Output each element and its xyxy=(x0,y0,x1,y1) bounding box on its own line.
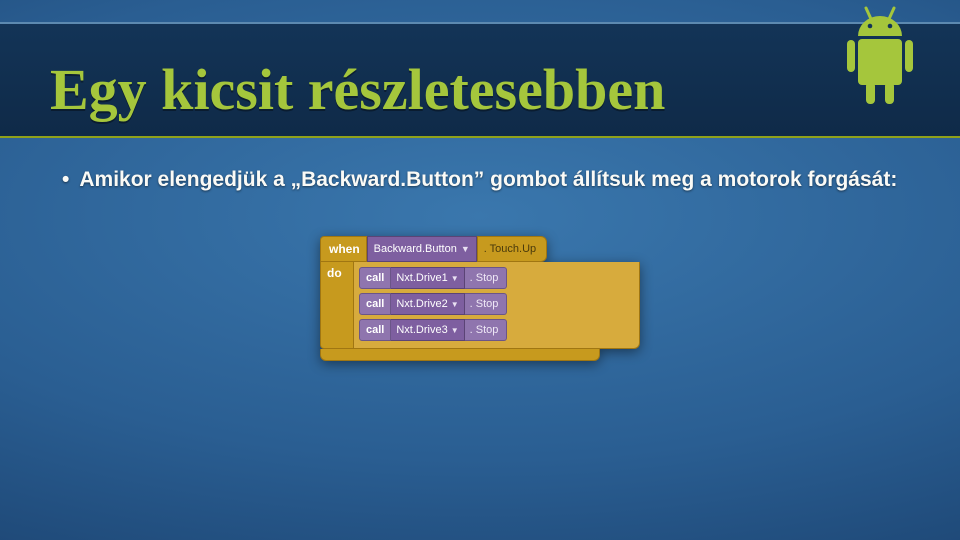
when-keyword: when xyxy=(320,236,367,262)
code-blocks-figure: when Backward.Button ▼ . Touch.Up do cal… xyxy=(320,236,640,361)
chevron-down-icon: ▼ xyxy=(451,326,459,335)
call-component-label: Nxt.Drive3 xyxy=(396,324,447,336)
call-component-dropdown[interactable]: Nxt.Drive2 ▼ xyxy=(391,293,464,315)
call-component-label: Nxt.Drive1 xyxy=(396,272,447,284)
bullet-text: Amikor elengedjük a „Backward.Button” go… xyxy=(79,168,910,192)
call-keyword: call xyxy=(359,293,391,315)
bullet-item: • Amikor elengedjük a „Backward.Button” … xyxy=(62,168,910,192)
call-block: call Nxt.Drive3 ▼ . Stop xyxy=(359,319,633,341)
block-footer xyxy=(320,349,600,361)
chevron-down-icon: ▼ xyxy=(451,300,459,309)
when-component-dropdown[interactable]: Backward.Button ▼ xyxy=(367,236,477,262)
call-block: call Nxt.Drive1 ▼ . Stop xyxy=(359,267,633,289)
chevron-down-icon: ▼ xyxy=(451,274,459,283)
android-icon xyxy=(840,2,920,152)
do-keyword: do xyxy=(320,262,354,349)
call-method-label: . Stop xyxy=(465,319,508,341)
bullet-marker: • xyxy=(62,168,69,192)
call-block: call Nxt.Drive2 ▼ . Stop xyxy=(359,293,633,315)
when-event-label: . Touch.Up xyxy=(477,236,547,262)
call-component-dropdown[interactable]: Nxt.Drive3 ▼ xyxy=(391,319,464,341)
when-block: when Backward.Button ▼ . Touch.Up xyxy=(320,236,640,262)
call-method-label: . Stop xyxy=(465,267,508,289)
chevron-down-icon: ▼ xyxy=(461,244,470,254)
call-method-label: . Stop xyxy=(465,293,508,315)
slide-title: Egy kicsit részletesebben xyxy=(50,56,665,123)
when-component-label: Backward.Button xyxy=(374,243,457,255)
call-keyword: call xyxy=(359,319,391,341)
do-stack: call Nxt.Drive1 ▼ . Stop call Nxt.Drive2… xyxy=(354,262,640,349)
call-component-label: Nxt.Drive2 xyxy=(396,298,447,310)
call-keyword: call xyxy=(359,267,391,289)
call-component-dropdown[interactable]: Nxt.Drive1 ▼ xyxy=(391,267,464,289)
